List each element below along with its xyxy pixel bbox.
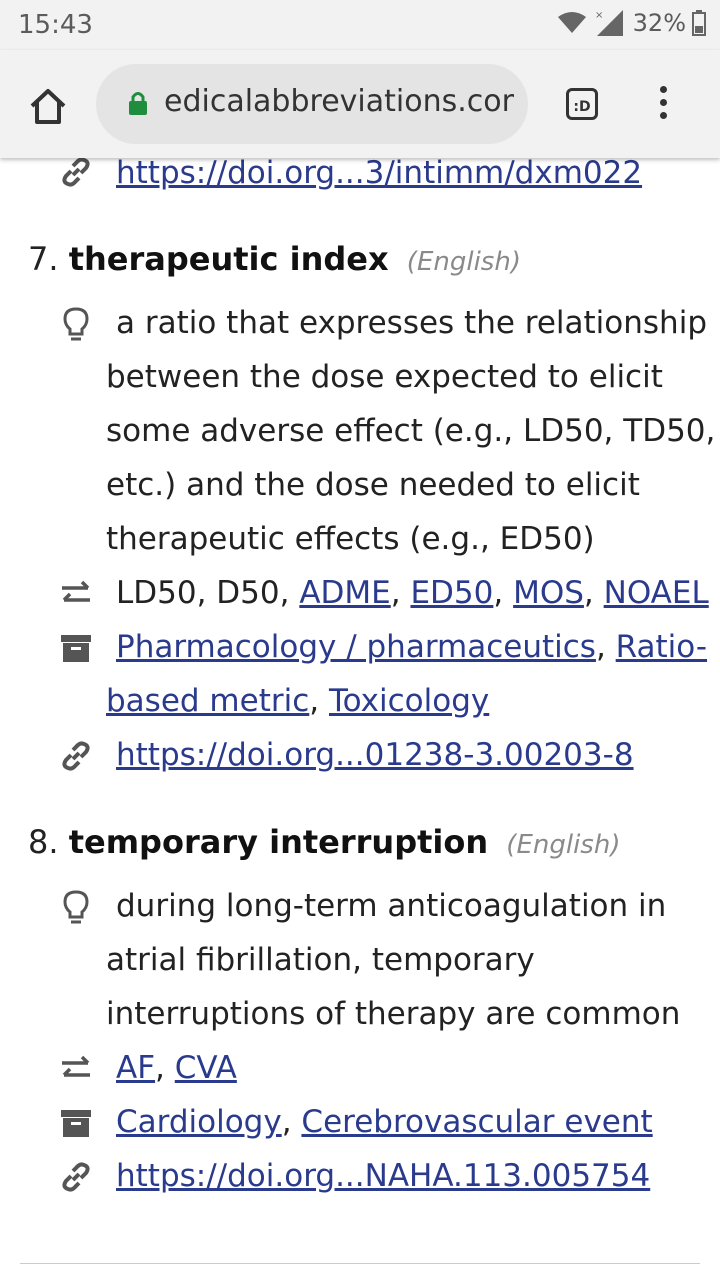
entry-number: 7. [28, 240, 59, 278]
definition-line: between the dose expected to elicit [106, 359, 663, 395]
entry-term: therapeutic index [68, 240, 389, 278]
related-link[interactable]: NOAEL [604, 575, 709, 611]
status-bar: 15:43 × 32% [0, 0, 720, 50]
related-terms: AF, CVA [116, 1050, 237, 1086]
definition-line: etc.) and the dose needed to elicit [106, 467, 640, 503]
related-terms: LD50, D50, ADME, ED50, MOS, NOAEL [116, 575, 709, 611]
link-icon [62, 741, 90, 771]
doi-link[interactable]: https://doi.org...3/intimm/dxm022 [116, 158, 642, 191]
url-text: edicalabbreviations.com [164, 84, 514, 119]
definition-line: therapeutic effects (e.g., ED50) [106, 521, 595, 557]
related-link[interactable]: ED50 [410, 575, 493, 611]
status-time: 15:43 [18, 10, 93, 40]
categories: Pharmacology / pharmaceutics, Ratio- [116, 629, 708, 665]
swap-arrows-icon [62, 580, 90, 602]
categories: Cardiology, Cerebrovascular event [116, 1104, 653, 1140]
entry-language: (English) [506, 830, 621, 860]
entry-language: (English) [406, 247, 521, 277]
category-link[interactable]: Toxicology [329, 683, 489, 719]
lightbulb-icon [63, 890, 89, 924]
address-bar[interactable]: edicalabbreviations.com [96, 64, 528, 144]
category-link[interactable]: Ratio- [616, 629, 707, 665]
categories: based metric, Toxicology [106, 683, 490, 719]
link-icon [62, 158, 90, 187]
home-icon[interactable] [26, 84, 70, 128]
related-link[interactable]: MOS [513, 575, 584, 611]
archive-box-icon [61, 635, 91, 662]
definition-line: interruptions of therapy are common [106, 996, 681, 1032]
entry-term: temporary interruption [68, 823, 489, 861]
source-link: https://doi.org...NAHA.113.005754 [116, 1149, 650, 1203]
tab-switcher-button[interactable]: :D [566, 88, 598, 120]
definition-line: during long-term anticoagulation in [116, 888, 667, 924]
svg-text:×: × [595, 10, 603, 21]
page-content: https://doi.org...3/intimm/dxm022 7. the… [0, 158, 720, 1280]
divider [20, 1263, 700, 1264]
entry-heading: 8. temporary interruption (English) [28, 823, 620, 861]
link-icon [62, 1162, 90, 1192]
doi-link[interactable]: https://doi.org...01238-3.00203-8 [116, 737, 634, 773]
lightbulb-icon [63, 307, 89, 341]
browser-toolbar: edicalabbreviations.com :D [0, 50, 720, 158]
definition-line: a ratio that expresses the relationship [116, 305, 707, 341]
related-link[interactable]: AF [116, 1050, 155, 1086]
lock-icon [129, 92, 147, 115]
battery-percent: 32% [632, 9, 686, 37]
entry-heading: 7. therapeutic index (English) [28, 240, 521, 278]
archive-box-icon [61, 1110, 91, 1137]
definition-line: atrial fibrillation, temporary [106, 942, 535, 978]
source-link: https://doi.org...01238-3.00203-8 [116, 728, 634, 782]
doi-link[interactable]: https://doi.org...NAHA.113.005754 [116, 1158, 650, 1194]
related-plain: LD50, D50, [116, 575, 290, 611]
swap-arrows-icon [62, 1055, 90, 1077]
related-link[interactable]: CVA [175, 1050, 237, 1086]
definition-line: some adverse effect (e.g., LD50, TD50, [106, 413, 716, 449]
battery-icon [692, 10, 706, 36]
status-icons: × 32% [557, 8, 706, 38]
entry-number: 8. [28, 823, 59, 861]
category-link[interactable]: Cerebrovascular event [301, 1104, 652, 1140]
prev-entry-link[interactable]: https://doi.org...3/intimm/dxm022 [116, 158, 642, 200]
related-link[interactable]: ADME [299, 575, 390, 611]
category-link[interactable]: based metric [106, 683, 309, 719]
signal-icon: × [595, 10, 623, 36]
category-link[interactable]: Pharmacology / pharmaceutics [116, 629, 596, 665]
category-link[interactable]: Cardiology [116, 1104, 282, 1140]
overflow-menu-icon[interactable] [655, 86, 671, 126]
wifi-icon [557, 12, 586, 33]
